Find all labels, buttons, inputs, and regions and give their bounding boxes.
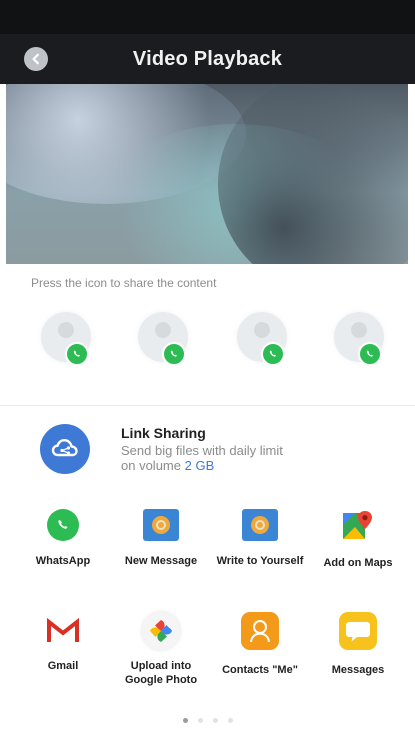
app-gmail[interactable]: Gmail (19, 616, 107, 673)
messages-icon (339, 612, 377, 650)
google-photos-icon (142, 612, 180, 650)
page-indicator (0, 718, 415, 723)
link-sharing-button[interactable] (40, 424, 90, 474)
link-sharing-title[interactable]: Link Sharing (121, 425, 206, 441)
app-bar: Video Playback (0, 34, 415, 84)
app-label: Messages (331, 664, 385, 676)
app-label: Gmail (47, 660, 79, 672)
app-label: Contacts "Me" (222, 664, 298, 676)
app-new-message[interactable]: New Message (117, 509, 205, 568)
video-frame-shadow (218, 84, 408, 264)
back-button[interactable] (24, 47, 48, 71)
app-label: Add on Maps (323, 557, 393, 569)
maps-icon (341, 509, 375, 543)
whatsapp-icon (162, 342, 186, 366)
whatsapp-icon (358, 342, 382, 366)
contact-2[interactable] (130, 306, 200, 370)
app-label-line2: Google Photo (124, 674, 198, 686)
whatsapp-icon (261, 342, 285, 366)
link-sharing-description: Send big files with daily limit on volum… (121, 443, 331, 473)
whatsapp-icon (47, 509, 79, 541)
app-whatsapp[interactable]: WhatsApp (19, 509, 107, 568)
app-add-on-maps[interactable]: Add on Maps (314, 509, 402, 570)
contact-1[interactable] (33, 306, 103, 370)
cloud-share-icon (51, 439, 78, 457)
app-label-line1: Upload into (130, 660, 192, 672)
note-icon (242, 509, 278, 541)
contact-4[interactable] (326, 306, 396, 370)
app-upload-google-photo[interactable]: Upload into Google Photo (117, 612, 205, 687)
quota-value: 2 GB (184, 458, 215, 473)
app-label: WhatsApp (35, 555, 91, 567)
share-hint: Press the icon to share the content (31, 276, 217, 290)
video-player[interactable] (6, 84, 408, 264)
chevron-left-icon (32, 53, 39, 65)
page-dot[interactable] (227, 718, 233, 723)
whatsapp-icon (65, 342, 89, 366)
status-bar (0, 0, 415, 34)
message-icon (143, 509, 179, 541)
divider (0, 405, 415, 406)
link-sharing-desc-line1: Send big files with daily limit (121, 443, 283, 458)
page-title: Video Playback (132, 47, 283, 70)
page-dot[interactable] (212, 718, 218, 723)
contacts-me-icon (241, 612, 279, 650)
app-label: Upload into Google Photo (117, 659, 205, 687)
app-write-to-yourself[interactable]: Write to Yourself (216, 509, 304, 568)
app-label: Write to Yourself (216, 555, 304, 567)
gmail-icon (46, 616, 80, 646)
contact-3[interactable] (229, 306, 299, 370)
app-messages[interactable]: Messages (314, 612, 402, 677)
page-dot-active[interactable] (182, 718, 188, 723)
link-sharing-desc-text: on volume (121, 458, 181, 473)
page-dot[interactable] (197, 718, 203, 723)
app-contacts-me[interactable]: Contacts "Me" (216, 612, 304, 677)
link-sharing-desc-line2: on volume 2 GB (121, 458, 331, 473)
app-label: New Message (124, 555, 198, 567)
